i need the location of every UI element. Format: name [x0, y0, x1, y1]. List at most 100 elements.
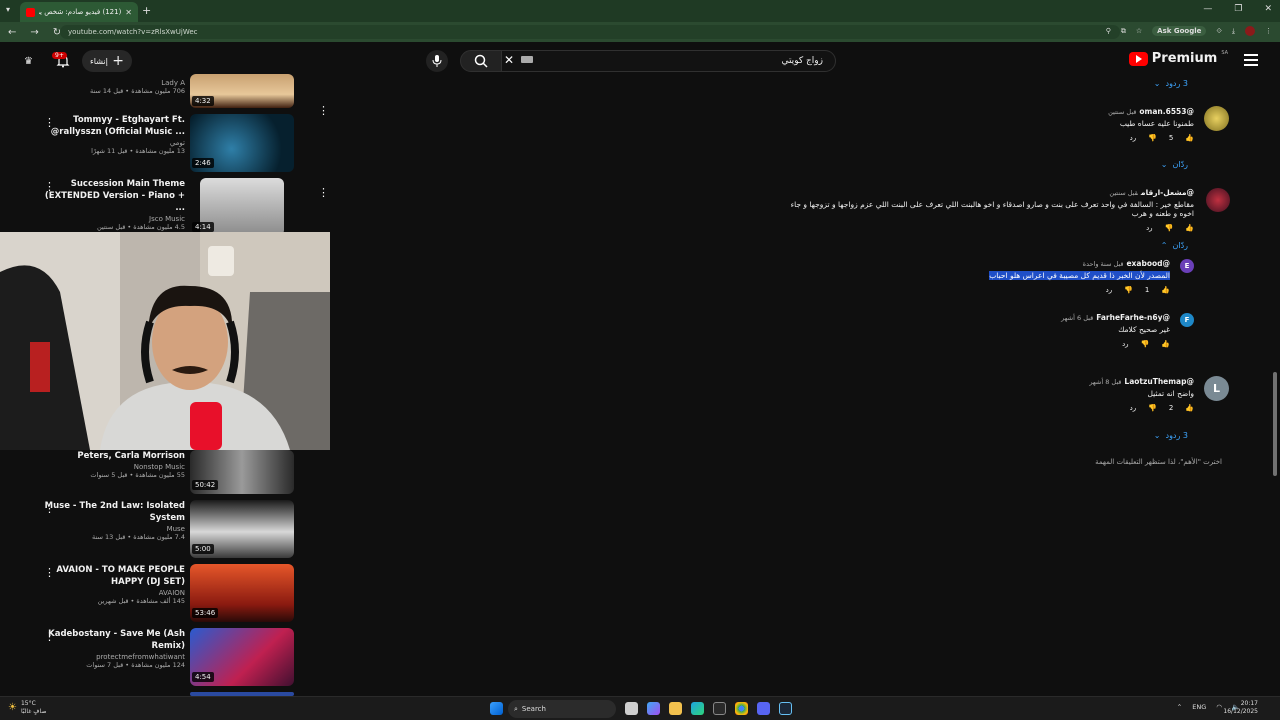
comment-actions: 👍 5 👎 رد [894, 134, 1194, 142]
reply-button[interactable]: رد [1130, 134, 1137, 142]
video-title[interactable]: AVAION - TO MAKE PEOPLE HAPPY (DJ SET) [35, 564, 185, 588]
video-title[interactable]: Peters, Carla Morrison [35, 450, 185, 462]
new-tab-icon[interactable]: + [142, 4, 151, 17]
comment-author[interactable]: @مشعل-ارقام [1141, 188, 1194, 197]
dislike-icon[interactable]: 👎 [1148, 404, 1157, 412]
downloads-icon[interactable]: ⤓ [1232, 27, 1235, 36]
dislike-icon[interactable]: 👎 [1124, 286, 1133, 294]
maximize-icon[interactable]: ❐ [1234, 4, 1242, 14]
page-scrollbar[interactable] [1273, 372, 1277, 476]
back-icon[interactable]: ← [8, 27, 16, 38]
clock[interactable]: 20:17 16/12/2025 [1223, 700, 1258, 716]
dislike-icon[interactable]: 👎 [1148, 134, 1157, 142]
like-icon[interactable]: 👍 [1161, 286, 1170, 294]
install-icon[interactable]: ⧉ [1121, 27, 1126, 36]
clear-search-icon[interactable]: ✕ [504, 53, 514, 67]
wifi-icon[interactable]: ◠ [1216, 703, 1222, 711]
comment-author[interactable]: @exabood [1126, 259, 1170, 268]
like-icon[interactable]: 👍 [1185, 134, 1194, 142]
search-input[interactable]: زواج كويتي [500, 50, 836, 72]
more-options-icon[interactable]: ⋮ [318, 186, 329, 199]
voice-search-button[interactable] [426, 50, 448, 72]
taskbar-search[interactable]: ⌕ Search [508, 700, 616, 718]
related-video-6[interactable]: 53:46 ⋮ AVAION - TO MAKE PEOPLE HAPPY (D… [0, 564, 300, 624]
chevron-down-icon: ⌄ [1153, 79, 1161, 88]
video-title[interactable]: Succession Main Theme (EXTENDED Version … [35, 178, 185, 214]
tab-youtube[interactable]: (121) فيديو صادم: شخص يظهر ✕ [20, 2, 138, 22]
view-replies-button[interactable]: 3 ردود ⌄ [1154, 79, 1188, 88]
weather-widget[interactable]: ☀ 15°C صافٍ غالبًا [8, 700, 46, 716]
zoom-icon[interactable]: ⚲ [1106, 27, 1111, 35]
related-video-3[interactable]: 4:14 ⋮ Succession Main Theme (EXTENDED V… [0, 178, 300, 238]
minimize-icon[interactable]: — [1203, 4, 1212, 14]
video-title[interactable]: Tommyy - Etghayart Ft. @rallysszn (Offic… [35, 114, 185, 138]
commenter-avatar[interactable]: E [1180, 259, 1194, 273]
related-video-5[interactable]: 5:00 ⋮ Muse - The 2nd Law: Isolated Syst… [0, 500, 300, 560]
commenter-avatar[interactable]: L [1204, 376, 1229, 401]
ask-google-button[interactable]: Ask Google [1152, 26, 1207, 36]
hamburger-menu-icon[interactable] [1244, 54, 1258, 66]
view-replies-button[interactable]: 3 ردود ⌄ [1154, 431, 1188, 440]
comment-author[interactable]: @FarheFarhe-n6y [1096, 313, 1170, 322]
close-tab-icon[interactable]: ✕ [125, 8, 132, 17]
extensions-icon[interactable]: ⟐ [1216, 27, 1222, 36]
dislike-icon[interactable]: 👎 [1141, 340, 1150, 348]
file-explorer-icon[interactable] [669, 702, 682, 715]
duration-badge: 5:00 [192, 544, 214, 554]
edge-icon[interactable] [691, 702, 704, 715]
create-button[interactable]: إنشاء + [82, 50, 132, 72]
browser-menu-icon[interactable]: ⋮ [1265, 27, 1272, 35]
comment-actions: 👍 👎 رد [774, 224, 1194, 232]
task-view-icon[interactable] [625, 702, 638, 715]
discord-icon[interactable] [757, 702, 770, 715]
forward-icon[interactable]: → [30, 27, 38, 38]
commenter-avatar[interactable]: F [1180, 313, 1194, 327]
youtube-premium-logo[interactable]: Premium SA [1128, 50, 1228, 66]
store-icon[interactable] [713, 702, 726, 715]
related-video-2[interactable]: 2:46 ⋮ Tommyy - Etghayart Ft. @rallysszn… [0, 114, 300, 174]
related-video-1[interactable]: 4:32 Lady A 706 مليون مشاهدة • قبل 14 سن… [0, 74, 300, 108]
profile-avatar[interactable] [1245, 26, 1255, 36]
video-title[interactable]: Kadebostany - Save Me (Ash Remix) [35, 628, 185, 652]
comment-actions: 👍 👎 رد [870, 340, 1170, 348]
commenter-avatar[interactable] [1204, 106, 1229, 131]
like-icon[interactable]: 👍 [1185, 224, 1194, 232]
reply-button[interactable]: رد [1130, 404, 1137, 412]
commenter-avatar[interactable] [1206, 188, 1230, 212]
comment-time: قبل سنة واحدة [1082, 260, 1124, 268]
url-field[interactable]: youtube.com/watch?v=zRlsXwUjWec [60, 25, 1120, 39]
language-indicator[interactable]: ENG [1192, 703, 1206, 711]
related-video-4[interactable]: 50:42 Peters, Carla Morrison Nonstop Mus… [0, 450, 300, 494]
comment-time: قبل 8 أشهر [1089, 378, 1122, 386]
video-stats: 145 ألف مشاهدة • قبل شهرين [97, 597, 185, 605]
video-title[interactable]: Muse - The 2nd Law: Isolated System [35, 500, 185, 524]
comment-author[interactable]: @LaotzuThemap [1124, 377, 1194, 386]
reply-button[interactable]: رد [1106, 286, 1113, 294]
copilot-icon[interactable] [647, 702, 660, 715]
account-avatar[interactable]: ♛ [24, 56, 33, 67]
video-meta: Succession Main Theme (EXTENDED Version … [35, 178, 185, 231]
view-replies-button[interactable]: ردّان ⌄ [1161, 160, 1188, 169]
chrome-icon[interactable] [735, 702, 748, 715]
more-options-icon[interactable]: ⋮ [318, 104, 329, 117]
reply-button[interactable]: رد [1146, 224, 1153, 232]
related-video-7[interactable]: 4:54 ⋮ Kadebostany - Save Me (Ash Remix)… [0, 628, 300, 688]
tab-menu-icon[interactable]: ▾ [6, 5, 10, 14]
like-icon[interactable]: 👍 [1185, 404, 1194, 412]
reply-button[interactable]: رد [1122, 340, 1129, 348]
dislike-icon[interactable]: 👎 [1165, 224, 1174, 232]
bookmark-icon[interactable]: ☆ [1136, 27, 1142, 35]
duration-badge: 4:32 [192, 96, 214, 106]
like-icon[interactable]: 👍 [1161, 340, 1170, 348]
avatar-letter: E [1184, 262, 1190, 270]
windows-start-icon[interactable] [490, 702, 503, 715]
close-window-icon[interactable]: ✕ [1264, 4, 1272, 14]
duration-badge: 2:46 [192, 158, 214, 168]
search-button[interactable] [460, 50, 502, 72]
streamer-webcam-image [0, 232, 330, 450]
steam-icon[interactable] [779, 702, 792, 715]
tray-overflow-icon[interactable]: ⌃ [1177, 703, 1182, 711]
hide-replies-button[interactable]: ردّان ⌃ [1161, 241, 1188, 250]
comment-author[interactable]: @oman.6553 [1139, 107, 1194, 116]
keyboard-icon[interactable] [521, 56, 533, 63]
